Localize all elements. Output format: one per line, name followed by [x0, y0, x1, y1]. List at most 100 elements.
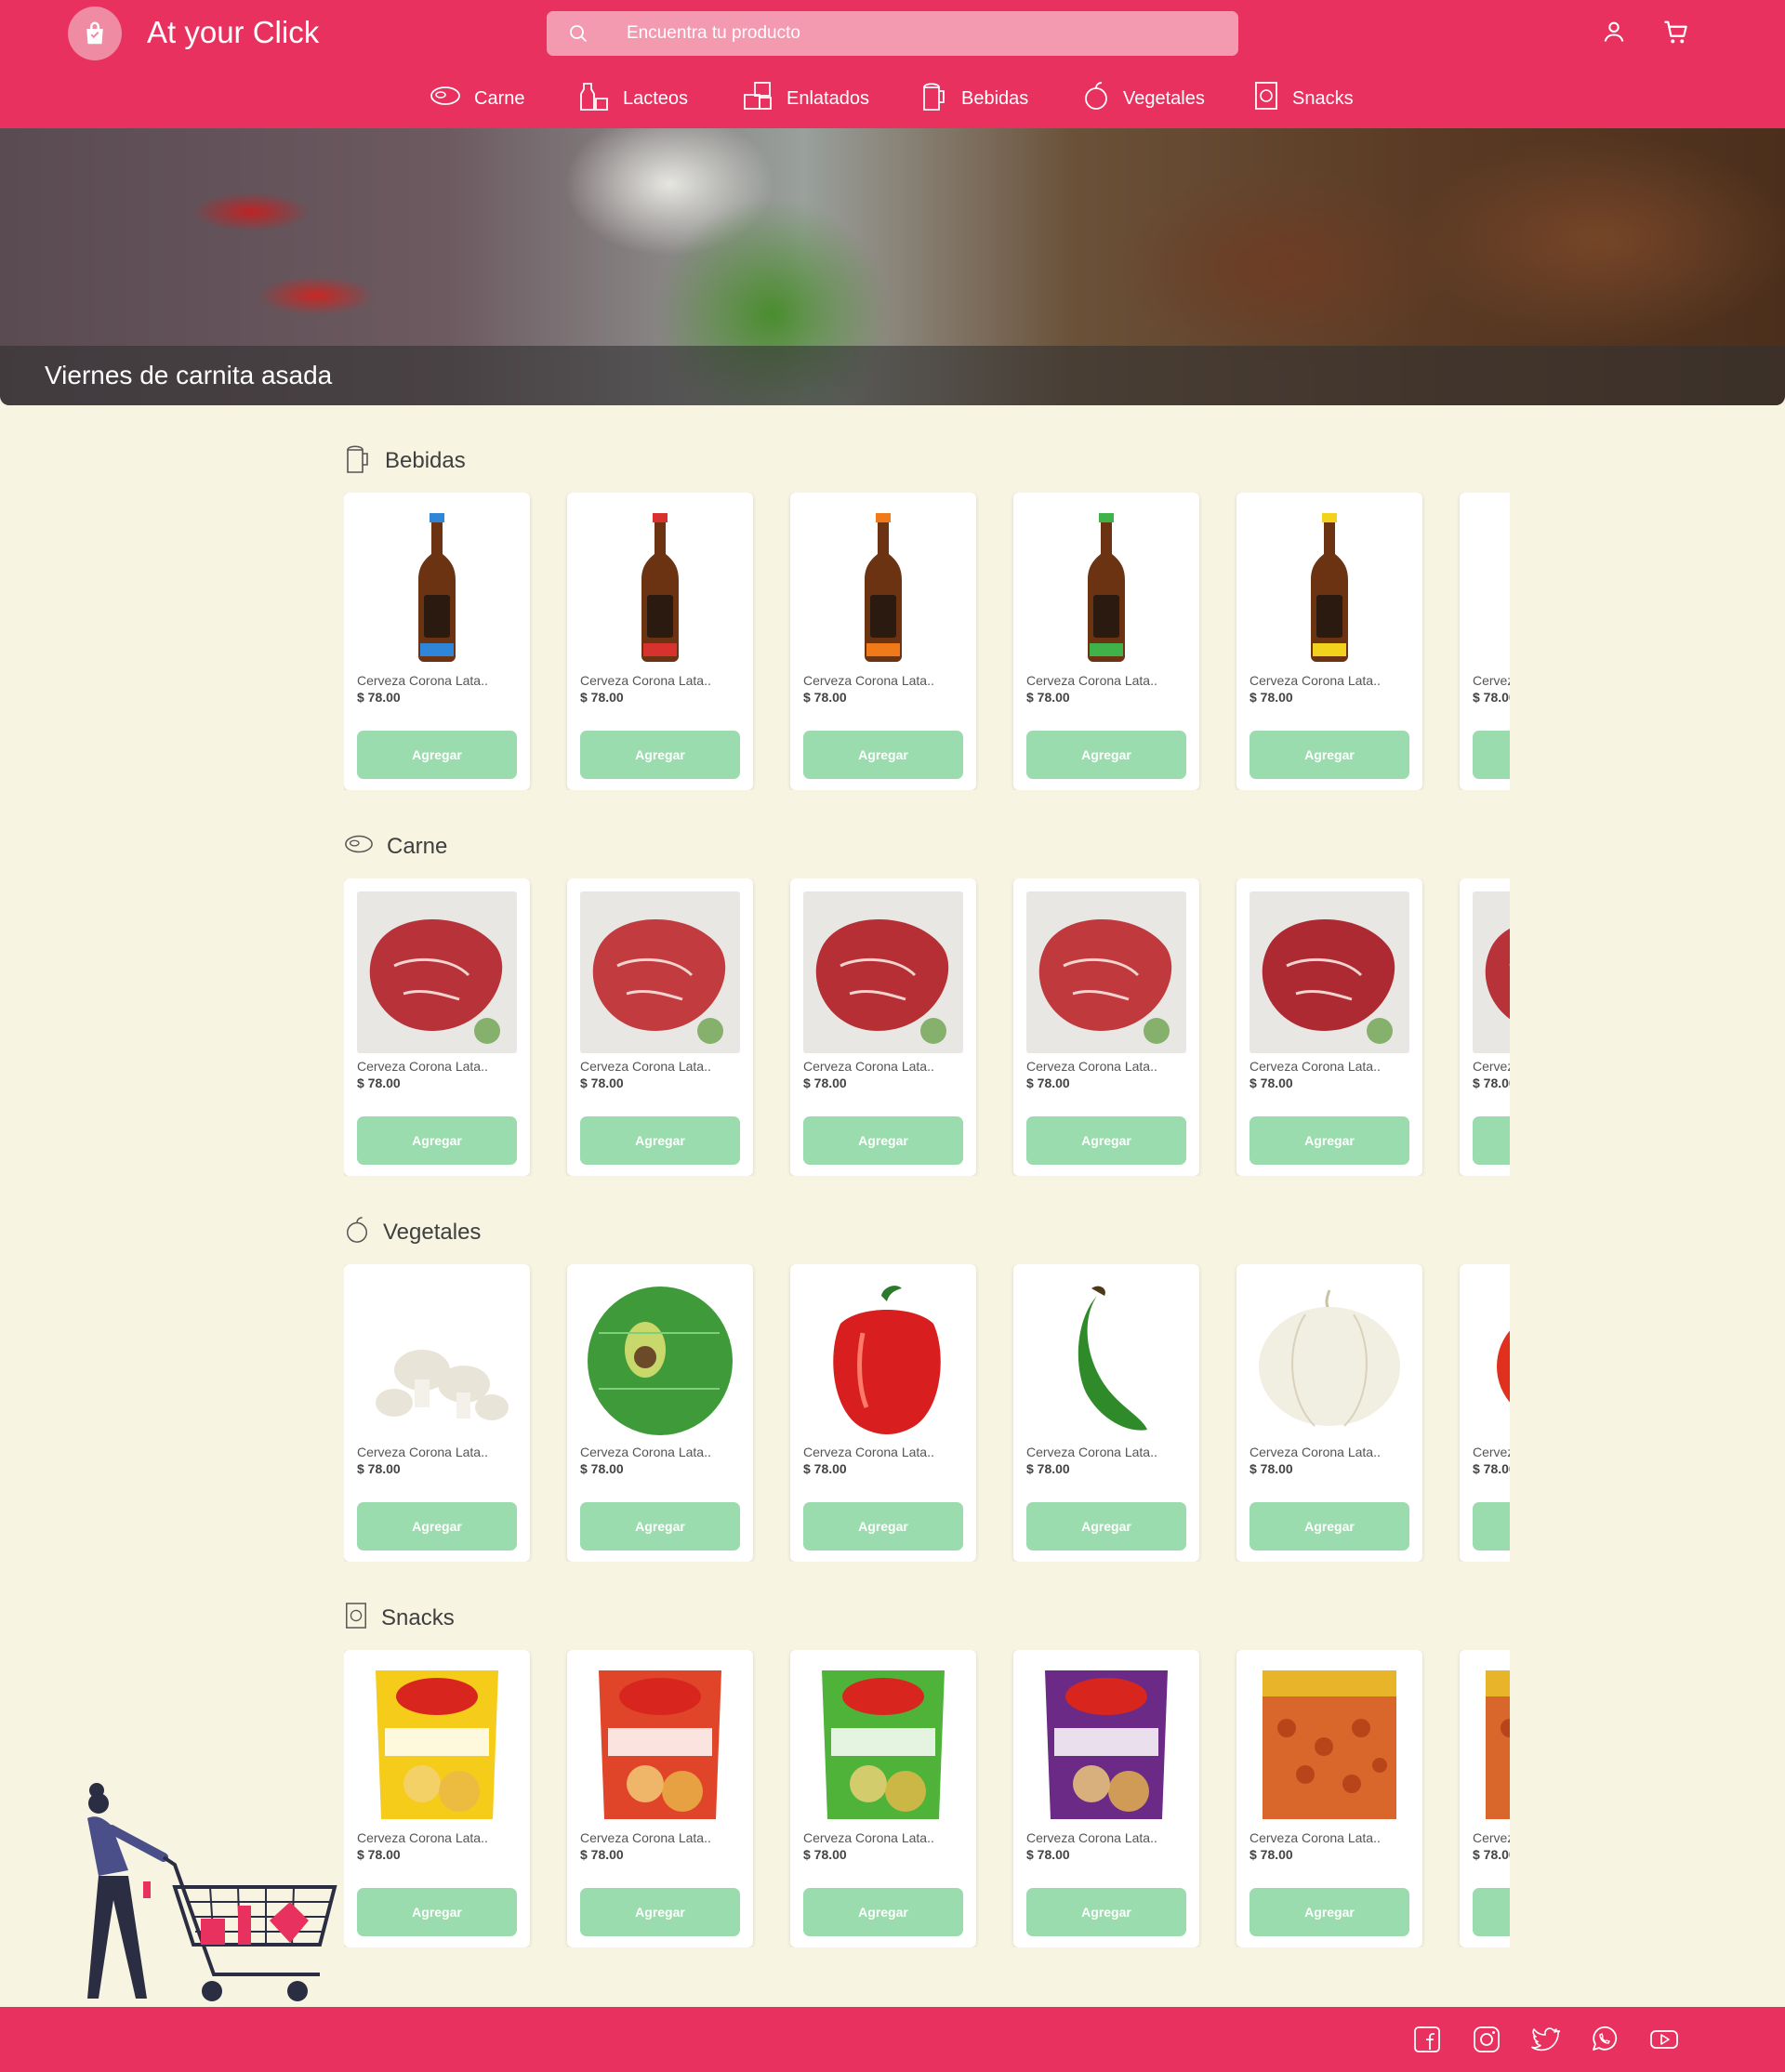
- product-image[interactable]: [357, 506, 517, 667]
- shopping-bag-logo-icon[interactable]: [68, 7, 122, 60]
- product-card[interactable]: Cerveza Corona Lata.. $ 78.00 Agregar: [567, 493, 753, 790]
- nav-item-vegetales[interactable]: Vegetales: [1082, 78, 1205, 119]
- product-name[interactable]: Cerveza Corona Lata..: [357, 673, 488, 688]
- add-to-cart-button[interactable]: Agregar: [1473, 731, 1510, 779]
- add-to-cart-button[interactable]: Agregar: [1250, 1888, 1409, 1936]
- add-to-cart-button[interactable]: Agregar: [1250, 1502, 1409, 1551]
- add-to-cart-button[interactable]: Agregar: [1026, 731, 1186, 779]
- product-name[interactable]: Cerveza Corona Lata..: [803, 1445, 934, 1459]
- add-to-cart-button[interactable]: Agregar: [580, 1502, 740, 1551]
- product-name[interactable]: Cerveza Corona Lata..: [1250, 1830, 1381, 1845]
- product-image[interactable]: [803, 1663, 963, 1825]
- product-image[interactable]: [803, 506, 963, 667]
- product-image[interactable]: [1026, 1277, 1186, 1439]
- facebook-icon[interactable]: [1413, 2026, 1441, 2058]
- add-to-cart-button[interactable]: Agregar: [357, 1116, 517, 1165]
- product-card[interactable]: Cerveza Corona Lata.. $ 78.00 Agregar: [344, 1264, 530, 1562]
- product-card[interactable]: Cerveza Corona Lata.. $ 78.00 Agregar: [344, 493, 530, 790]
- product-image[interactable]: [1473, 506, 1510, 667]
- product-name[interactable]: Cerveza Corona Lata..: [1026, 1830, 1157, 1845]
- search-input[interactable]: [627, 11, 1184, 56]
- product-name[interactable]: Cerveza Corona Lata..: [357, 1445, 488, 1459]
- add-to-cart-button[interactable]: Agregar: [357, 1502, 517, 1551]
- product-name[interactable]: Cerveza Corona Lata..: [1026, 673, 1157, 688]
- product-image[interactable]: [1473, 1277, 1510, 1439]
- nav-item-bebidas[interactable]: Bebidas: [920, 78, 1028, 119]
- product-name[interactable]: Cerveza Corona Lata..: [803, 1059, 934, 1074]
- product-image[interactable]: [357, 1663, 517, 1825]
- nav-item-enlatados[interactable]: Enlatados: [742, 78, 869, 119]
- nav-item-snacks[interactable]: Snacks: [1253, 78, 1354, 119]
- add-to-cart-button[interactable]: Agregar: [803, 1116, 963, 1165]
- youtube-icon[interactable]: [1649, 2026, 1679, 2058]
- product-card[interactable]: Cerveza Corona Lata.. $ 78.00 Agregar: [1013, 1264, 1199, 1562]
- product-card[interactable]: Cerveza Corona Lata.. $ 78.00 Agregar: [567, 878, 753, 1176]
- add-to-cart-button[interactable]: Agregar: [357, 1888, 517, 1936]
- product-image[interactable]: [1473, 891, 1510, 1053]
- product-image[interactable]: [1250, 1663, 1409, 1825]
- product-card[interactable]: Cerveza Corona Lata.. $ 78.00 Agregar: [1236, 1650, 1422, 1947]
- product-image[interactable]: [1250, 1277, 1409, 1439]
- product-image[interactable]: [1026, 891, 1186, 1053]
- search-icon[interactable]: [567, 22, 589, 49]
- product-name[interactable]: Cerveza Corona Lata..: [580, 1445, 711, 1459]
- product-image[interactable]: [357, 1277, 517, 1439]
- product-card[interactable]: Cerveza Corona Lata.. $ 78.00 Agregar: [790, 1264, 976, 1562]
- product-card[interactable]: Cerveza Corona Lata.. $ 78.00 Agregar: [567, 1650, 753, 1947]
- product-card[interactable]: Cerveza Corona Lata.. $ 78.00 Agregar: [344, 878, 530, 1176]
- product-image[interactable]: [580, 1663, 740, 1825]
- product-card[interactable]: Cerveza Corona Lata.. $ 78.00 Agregar: [1236, 878, 1422, 1176]
- product-name[interactable]: Cerveza Corona Lata..: [803, 673, 934, 688]
- add-to-cart-button[interactable]: Agregar: [357, 731, 517, 779]
- product-image[interactable]: [1026, 1663, 1186, 1825]
- add-to-cart-button[interactable]: Agregar: [803, 1502, 963, 1551]
- product-image[interactable]: [580, 891, 740, 1053]
- product-name[interactable]: Cerveza Corona Lata..: [1026, 1059, 1157, 1074]
- add-to-cart-button[interactable]: Agregar: [803, 1888, 963, 1936]
- add-to-cart-button[interactable]: Agregar: [1250, 1116, 1409, 1165]
- user-icon[interactable]: [1601, 19, 1627, 49]
- whatsapp-icon[interactable]: [1590, 2026, 1618, 2058]
- product-name[interactable]: Cerveza Corona Lata..: [1473, 1059, 1510, 1074]
- product-card[interactable]: Cerveza Corona Lata.. $ 78.00 Agregar: [1013, 878, 1199, 1176]
- product-image[interactable]: [580, 1277, 740, 1439]
- product-image[interactable]: [1026, 506, 1186, 667]
- product-name[interactable]: Cerveza Corona Lata..: [1026, 1445, 1157, 1459]
- add-to-cart-button[interactable]: Agregar: [803, 731, 963, 779]
- product-name[interactable]: Cerveza Corona Lata..: [1250, 1445, 1381, 1459]
- product-name[interactable]: Cerveza Corona Lata..: [357, 1830, 488, 1845]
- product-name[interactable]: Cerveza Corona Lata..: [1473, 1445, 1510, 1459]
- cart-icon[interactable]: [1662, 19, 1690, 51]
- add-to-cart-button[interactable]: Agregar: [1026, 1116, 1186, 1165]
- product-card[interactable]: Cerveza Corona Lata.. $ 78.00 Agregar: [1460, 1264, 1510, 1562]
- product-card[interactable]: Cerveza Corona Lata.. $ 78.00 Agregar: [1236, 493, 1422, 790]
- promo-banner[interactable]: Viernes de carnita asada: [0, 128, 1785, 405]
- product-name[interactable]: Cerveza Corona Lata..: [580, 1059, 711, 1074]
- product-card[interactable]: Cerveza Corona Lata.. $ 78.00 Agregar: [790, 1650, 976, 1947]
- product-image[interactable]: [803, 1277, 963, 1439]
- add-to-cart-button[interactable]: Agregar: [1250, 731, 1409, 779]
- product-card[interactable]: Cerveza Corona Lata.. $ 78.00 Agregar: [1013, 493, 1199, 790]
- instagram-icon[interactable]: [1473, 2026, 1501, 2058]
- product-name[interactable]: Cerveza Corona Lata..: [580, 673, 711, 688]
- product-card[interactable]: Cerveza Corona Lata.. $ 78.00 Agregar: [1460, 878, 1510, 1176]
- add-to-cart-button[interactable]: Agregar: [1473, 1888, 1510, 1936]
- product-name[interactable]: Cerveza Corona Lata..: [1250, 1059, 1381, 1074]
- add-to-cart-button[interactable]: Agregar: [580, 731, 740, 779]
- product-image[interactable]: [803, 891, 963, 1053]
- product-card[interactable]: Cerveza Corona Lata.. $ 78.00 Agregar: [1236, 1264, 1422, 1562]
- product-card[interactable]: Cerveza Corona Lata.. $ 78.00 Agregar: [344, 1650, 530, 1947]
- product-name[interactable]: Cerveza Corona Lata..: [1473, 1830, 1510, 1845]
- add-to-cart-button[interactable]: Agregar: [1026, 1502, 1186, 1551]
- product-card[interactable]: Cerveza Corona Lata.. $ 78.00 Agregar: [1013, 1650, 1199, 1947]
- add-to-cart-button[interactable]: Agregar: [1026, 1888, 1186, 1936]
- twitter-icon[interactable]: [1530, 2026, 1561, 2058]
- nav-item-carne[interactable]: Carne: [430, 78, 524, 119]
- product-image[interactable]: [357, 891, 517, 1053]
- product-card[interactable]: Cerveza Corona Lata.. $ 78.00 Agregar: [1460, 1650, 1510, 1947]
- product-name[interactable]: Cerveza Corona Lata..: [803, 1830, 934, 1845]
- product-card[interactable]: Cerveza Corona Lata.. $ 78.00 Agregar: [790, 878, 976, 1176]
- nav-item-lacteos[interactable]: Lacteos: [578, 78, 688, 119]
- add-to-cart-button[interactable]: Agregar: [580, 1116, 740, 1165]
- app-title[interactable]: At your Click: [147, 15, 319, 50]
